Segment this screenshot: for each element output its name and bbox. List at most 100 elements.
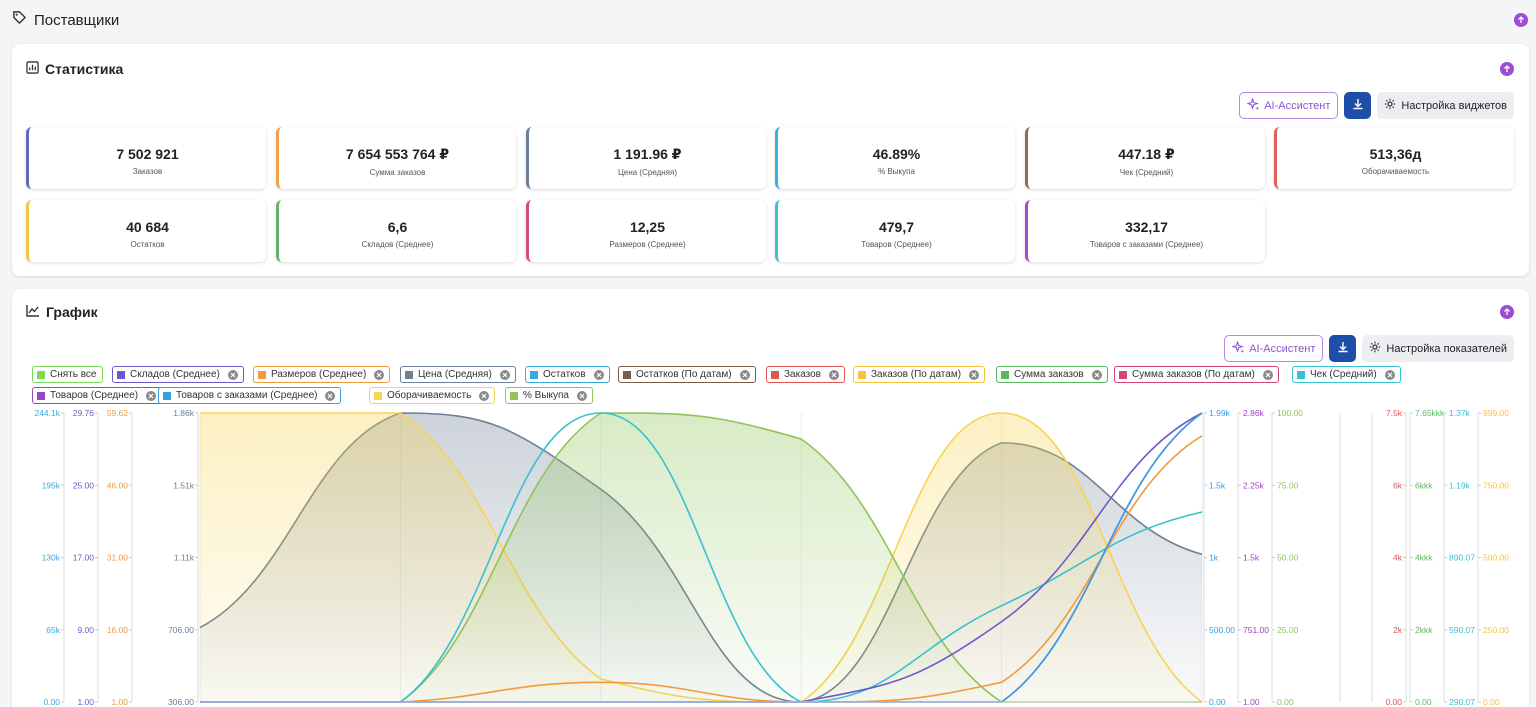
axis-tick-label: 751.00 xyxy=(1243,625,1269,635)
axis-tick-label: 100.00 xyxy=(1277,408,1303,418)
axis-tick-label: 0.00 xyxy=(1385,697,1402,707)
axis-tick-label: 890.07 xyxy=(1449,553,1475,563)
stat-value: 513,36д xyxy=(1369,146,1422,162)
axis-tick-label: 25.00 xyxy=(73,480,95,490)
collapse-section-icon[interactable] xyxy=(1514,13,1528,27)
gear-icon xyxy=(1384,98,1396,113)
axis-tick-label: 2kkk xyxy=(1415,625,1433,635)
axis-tick-label: 2k xyxy=(1393,625,1403,635)
axis-tick-label: 9.00 xyxy=(77,625,94,635)
stat-value: 46.89% xyxy=(872,146,921,162)
stat-tile: 513,36д Оборачиваемость xyxy=(1274,127,1514,189)
suppliers-header: Поставщики xyxy=(0,0,1536,40)
axis-tick-label: 1.5k xyxy=(1209,480,1226,490)
stat-tile: 479,7 Товаров (Среднее) xyxy=(775,200,1015,262)
axis-tick-label: 1.00 xyxy=(111,697,128,707)
axis-tick-label: 590.07 xyxy=(1449,625,1475,635)
axis-tick-label: 306.00 xyxy=(168,697,194,707)
axis-tick-label: 1k xyxy=(1209,553,1219,563)
stat-label: Товаров (Среднее) xyxy=(861,240,932,249)
axis-tick-label: 1.19k xyxy=(1449,480,1471,490)
stats-download-button[interactable] xyxy=(1344,92,1372,119)
stats-ai-assistant-button[interactable]: AI-Ассистент xyxy=(1239,92,1339,119)
stat-label: Складов (Среднее) xyxy=(361,240,434,249)
stat-value: 12,25 xyxy=(629,219,666,235)
stat-label: Заказов xyxy=(132,167,163,176)
axis-tick-label: 50.00 xyxy=(1277,553,1299,563)
download-icon xyxy=(1352,97,1364,115)
axis-tick-label: 25.00 xyxy=(1277,625,1299,635)
axis-tick-label: 7.5k xyxy=(1386,408,1403,418)
axis-tick-label: 29.76 xyxy=(73,408,95,418)
stat-value: 479,7 xyxy=(878,219,915,235)
axis-tick-label: 1.51k xyxy=(173,480,195,490)
stat-tile: 1 191.96 ₽ Цена (Средняя) xyxy=(526,127,766,189)
stat-label: Чек (Средний) xyxy=(1119,168,1174,177)
stat-tile: 6,6 Складов (Среднее) xyxy=(276,200,516,262)
section-title: Поставщики xyxy=(34,11,120,29)
axis-tick-label: 4kkk xyxy=(1415,553,1433,563)
stats-card: Статистика AI-Ассистент Настройка виджет… xyxy=(12,44,1529,276)
stat-value: 332,17 xyxy=(1125,219,1168,235)
axis-tick-label: 4k xyxy=(1393,553,1403,563)
axis-tick-label: 250.00 xyxy=(1483,625,1509,635)
stats-title: Статистика xyxy=(45,61,124,77)
stat-value: 6,6 xyxy=(387,219,408,235)
axis-tick-label: 1.5k xyxy=(1243,553,1260,563)
stat-value: 1 191.96 ₽ xyxy=(613,146,682,162)
stats-icon xyxy=(26,61,39,77)
axis-tick-label: 1.11k xyxy=(174,553,195,563)
sparkle-icon xyxy=(1246,96,1260,114)
axis-tick-label: 0.00 xyxy=(43,697,60,707)
axis-tick-label: 500.00 xyxy=(1209,625,1235,635)
stat-label: Размеров (Среднее) xyxy=(609,240,686,249)
stat-value: 7 654 553 764 ₽ xyxy=(345,146,450,162)
axis-tick-label: 1.00 xyxy=(1243,697,1260,707)
chart-card: График AI-Ассистент Настройка показателе… xyxy=(12,289,1529,707)
widget-settings-label: Настройка виджетов xyxy=(1401,99,1507,112)
stat-label: Товаров с заказами (Среднее) xyxy=(1089,240,1204,249)
axis-tick-label: 17.00 xyxy=(73,553,95,563)
axis-tick-label: 0.00 xyxy=(1483,697,1500,707)
stat-label: Сумма заказов xyxy=(369,168,426,177)
axis-tick-label: 244.1k xyxy=(34,408,60,418)
stat-label: Остатков xyxy=(130,240,165,249)
axis-tick-label: 500.00 xyxy=(1483,553,1509,563)
axis-tick-label: 6kkk xyxy=(1415,480,1433,490)
stats-heading: Статистика xyxy=(26,61,123,77)
stat-value: 40 684 xyxy=(126,219,169,235)
axis-tick-label: 2.25k xyxy=(1243,480,1265,490)
axis-tick-label: 130k xyxy=(42,553,61,563)
axis-tick-label: 1.37k xyxy=(1449,408,1471,418)
stat-value: 7 502 921 xyxy=(116,146,179,162)
stat-tile: 46.89% % Выкупа xyxy=(775,127,1015,189)
axis-tick-label: 2.86k xyxy=(1243,408,1265,418)
axis-tick-label: 999.00 xyxy=(1483,408,1509,418)
axis-tick-label: 750.00 xyxy=(1483,480,1509,490)
axis-tick-label: 1.99k xyxy=(1209,408,1231,418)
axis-tick-label: 31.00 xyxy=(107,553,129,563)
stat-label: Оборачиваемость xyxy=(1361,167,1430,176)
axis-tick-label: 59.62 xyxy=(107,408,129,418)
collapse-stats-icon[interactable] xyxy=(1500,62,1514,76)
stat-label: Цена (Средняя) xyxy=(617,168,678,177)
axis-tick-label: 7.65kkk xyxy=(1415,408,1445,418)
axis-tick-label: 75.00 xyxy=(1277,480,1299,490)
widget-settings-button[interactable]: Настройка виджетов xyxy=(1377,92,1514,119)
axis-tick-label: 1.00 xyxy=(77,697,94,707)
axis-tick-label: 195k xyxy=(42,480,61,490)
axis-tick-label: 706.00 xyxy=(168,625,194,635)
axis-tick-label: 290.07 xyxy=(1449,697,1475,707)
axis-tick-label: 1.86k xyxy=(173,408,195,418)
axis-tick-label: 65k xyxy=(46,625,60,635)
axis-tick-label: 16.00 xyxy=(107,625,129,635)
stat-tile: 12,25 Размеров (Среднее) xyxy=(526,200,766,262)
stat-tile: 7 654 553 764 ₽ Сумма заказов xyxy=(276,127,516,189)
stat-tile: 40 684 Остатков xyxy=(26,200,266,262)
stat-tile: 332,17 Товаров с заказами (Среднее) xyxy=(1025,200,1265,262)
axis-tick-label: 46.00 xyxy=(107,480,129,490)
stat-value: 447.18 ₽ xyxy=(1118,146,1175,162)
chart-plot: 244.1k 195k 130k 65k 0.00 29.76 25.00 17.00 9.00… xyxy=(34,408,1509,707)
stats-ai-label: AI-Ассистент xyxy=(1264,99,1331,112)
stat-tile: 7 502 921 Заказов xyxy=(26,127,266,189)
